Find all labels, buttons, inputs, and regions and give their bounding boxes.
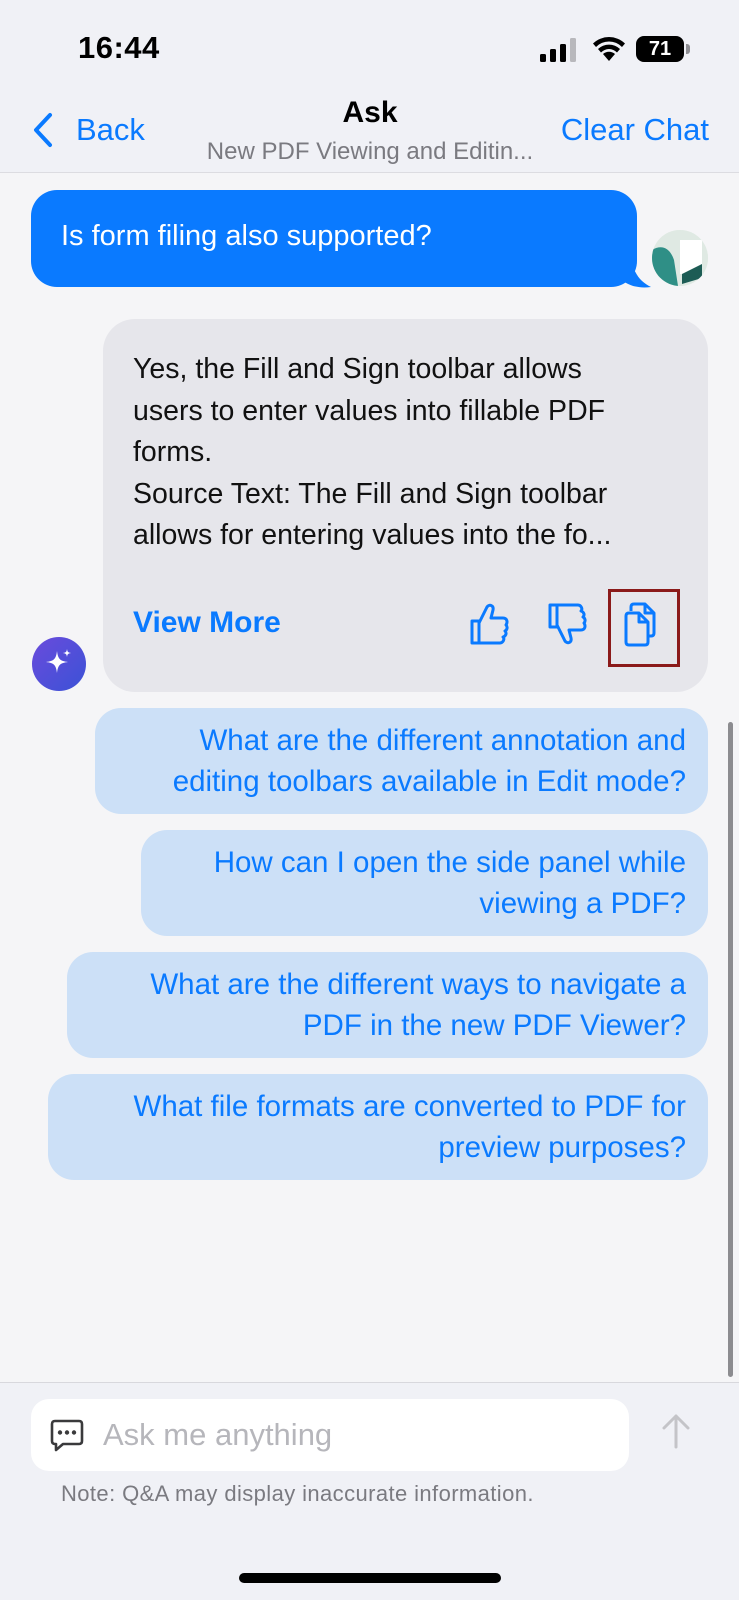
assistant-avatar [32,637,86,691]
chevron-left-icon [34,113,52,147]
suggestion-line: What are the different annotation and [199,723,686,757]
avatar-image-icon [652,230,708,286]
suggestion-line: editing toolbars available in Edit mode? [172,765,686,798]
thumbs-up-icon[interactable] [468,601,510,647]
assistant-text-line: Source Text: The Fill and Sign toolbar [133,477,608,510]
assistant-message-bubble: Yes, the Fill and Sign toolbar allows us… [103,319,708,692]
suggestion-chip[interactable]: What are the different ways to navigate … [67,952,708,1058]
scrollbar[interactable] [728,722,733,1377]
status-bar: 16:44 71 [0,0,739,96]
battery-level: 71 [636,36,684,62]
suggestion-line: viewing a PDF? [479,887,686,920]
view-more-button[interactable]: View More [133,606,281,640]
suggestion-line: What are the different ways to navigate … [150,967,686,1001]
suggestion-line: How can I open the side panel while [213,845,686,879]
suggestion-line: PDF in the new PDF Viewer? [302,1009,686,1042]
composer-area: Note: Q&A may display inaccurate informa… [0,1382,739,1600]
suggestion-line: preview purposes? [438,1131,686,1164]
page-subtitle: New PDF Viewing and Editin... [206,138,534,165]
thumbs-down-icon[interactable] [546,601,588,647]
battery-cap [686,44,690,54]
disclaimer-note: Note: Q&A may display inaccurate informa… [61,1481,534,1506]
status-time: 16:44 [78,30,160,65]
sparkle-icon [46,649,71,673]
battery-icon: 71 [636,36,690,62]
chat-bubble-icon [50,1419,84,1452]
user-bubble-tail [617,256,651,288]
navigation-bar: Back Ask New PDF Viewing and Editin... C… [0,96,739,173]
assistant-message-text: Yes, the Fill and Sign toolbar allows us… [133,349,688,557]
message-input-container[interactable] [31,1399,629,1471]
user-message-bubble: Is form filing also supported? [31,190,637,287]
home-indicator[interactable] [239,1573,501,1583]
cellular-signal-icon [540,38,576,62]
suggestion-chip[interactable]: How can I open the side panel while view… [141,830,708,936]
clear-chat-button[interactable]: Clear Chat [561,112,709,148]
assistant-text-line: allows for entering values into the fo..… [133,519,612,551]
ask-input[interactable] [103,1409,613,1461]
page-title: Ask [342,96,398,129]
assistant-text-line: Yes, the Fill and Sign toolbar allows [133,353,582,385]
send-arrow-icon[interactable] [660,1411,692,1451]
user-avatar [652,230,708,286]
suggestion-line: What file formats are converted to PDF f… [133,1089,686,1123]
suggestion-chip[interactable]: What are the different annotation and ed… [95,708,708,814]
back-label: Back [76,112,145,147]
assistant-text-line: forms. [133,436,213,468]
suggestion-chip[interactable]: What file formats are converted to PDF f… [48,1074,708,1180]
copy-highlight-box [608,589,680,667]
assistant-text-line: users to enter values into fillable PDF [133,394,606,427]
wifi-icon [593,37,625,61]
back-button[interactable]: Back [30,112,145,148]
